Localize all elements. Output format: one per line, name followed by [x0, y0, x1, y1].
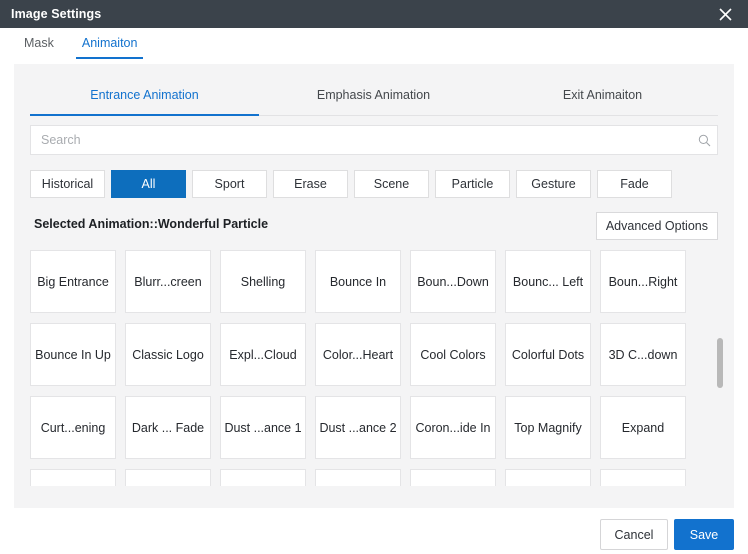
animation-tile[interactable]: 3D C...down	[600, 323, 686, 386]
filter-chip-gesture[interactable]: Gesture	[516, 170, 591, 198]
cancel-button-label: Cancel	[615, 528, 654, 542]
animation-tile[interactable]: Bounc... Left	[505, 250, 591, 313]
search-bar	[30, 125, 718, 155]
window-titlebar: Image Settings	[0, 0, 748, 28]
animation-tile[interactable]	[600, 469, 686, 486]
filter-chip-erase-label: Erase	[294, 177, 327, 191]
filter-chip-scene[interactable]: Scene	[354, 170, 429, 198]
animation-tile[interactable]: Coron...ide In	[410, 396, 496, 459]
filter-chip-historical[interactable]: Historical	[30, 170, 105, 198]
animation-tile-label: Dust ...ance 2	[319, 421, 396, 435]
animation-tile-label: Bounce In	[330, 275, 386, 289]
animation-tile[interactable]: Expand	[600, 396, 686, 459]
animation-grid-scrollbar[interactable]	[716, 250, 724, 486]
dialog-footer: Cancel Save	[0, 508, 748, 554]
advanced-options-label: Advanced Options	[606, 219, 708, 233]
animation-tile-label: Boun...Down	[417, 275, 489, 289]
animation-tile[interactable]: Dust ...ance 2	[315, 396, 401, 459]
tab-mask-label: Mask	[24, 36, 54, 50]
animation-tile[interactable]	[410, 469, 496, 486]
tab-exit-animation-label: Exit Animaiton	[563, 88, 642, 102]
close-icon[interactable]	[710, 0, 740, 28]
tab-entrance-animation[interactable]: Entrance Animation	[30, 88, 259, 115]
animation-tile[interactable]: Color...Heart	[315, 323, 401, 386]
filter-chip-historical-label: Historical	[42, 177, 93, 191]
search-icon[interactable]	[691, 126, 717, 154]
animation-tile[interactable]	[220, 469, 306, 486]
animation-tile-label: Bounc... Left	[513, 275, 583, 289]
animation-type-tabs: Entrance Animation Emphasis Animation Ex…	[30, 88, 718, 116]
scrollbar-thumb[interactable]	[717, 338, 723, 388]
animation-tile-label: Cool Colors	[420, 348, 485, 362]
animation-grid: Big Entrance Blurr...creen Shelling Boun…	[30, 250, 718, 486]
category-filter-chips: Historical All Sport Erase Scene Particl…	[30, 170, 672, 198]
animation-tile[interactable]: Dark ... Fade	[125, 396, 211, 459]
animation-panel: Entrance Animation Emphasis Animation Ex…	[14, 64, 734, 508]
animation-tile[interactable]: Bounce In	[315, 250, 401, 313]
animation-tile-label: Big Entrance	[37, 275, 109, 289]
filter-chip-erase[interactable]: Erase	[273, 170, 348, 198]
filter-chip-sport[interactable]: Sport	[192, 170, 267, 198]
search-input[interactable]	[31, 133, 691, 147]
animation-tile[interactable]: Colorful Dots	[505, 323, 591, 386]
settings-tab-bar: Mask Animaiton	[0, 28, 748, 64]
animation-tile-label: Coron...ide In	[415, 421, 490, 435]
animation-grid-scroll[interactable]: Big Entrance Blurr...creen Shelling Boun…	[30, 250, 718, 486]
animation-tile[interactable]: Classic Logo	[125, 323, 211, 386]
animation-tile-label: Color...Heart	[323, 348, 393, 362]
animation-tile[interactable]: Expl...Cloud	[220, 323, 306, 386]
animation-tile-label: Top Magnify	[514, 421, 581, 435]
animation-tile[interactable]: Shelling	[220, 250, 306, 313]
animation-tile[interactable]	[315, 469, 401, 486]
window-title: Image Settings	[11, 7, 101, 21]
filter-chip-all-label: All	[142, 177, 156, 191]
animation-tile-label: Curt...ening	[41, 421, 106, 435]
animation-tile-label: Boun...Right	[609, 275, 678, 289]
animation-tile-label: Expand	[622, 421, 664, 435]
filter-chip-sport-label: Sport	[215, 177, 245, 191]
animation-tile[interactable]: Dust ...ance 1	[220, 396, 306, 459]
animation-tile[interactable]: Bounce In Up	[30, 323, 116, 386]
tab-entrance-animation-label: Entrance Animation	[90, 88, 198, 102]
filter-chip-fade-label: Fade	[620, 177, 649, 191]
tab-exit-animation[interactable]: Exit Animaiton	[488, 88, 717, 115]
filter-chip-particle-label: Particle	[452, 177, 494, 191]
save-button[interactable]: Save	[674, 519, 734, 550]
animation-tile[interactable]: Curt...ening	[30, 396, 116, 459]
tab-emphasis-animation[interactable]: Emphasis Animation	[259, 88, 488, 115]
animation-tile[interactable]: Boun...Down	[410, 250, 496, 313]
animation-tile-label: Blurr...creen	[134, 275, 201, 289]
selected-animation-row: Selected Animation::Wonderful Particle A…	[30, 212, 718, 240]
animation-tile-label: Dust ...ance 1	[224, 421, 301, 435]
filter-chip-fade[interactable]: Fade	[597, 170, 672, 198]
animation-tile[interactable]: Big Entrance	[30, 250, 116, 313]
cancel-button[interactable]: Cancel	[600, 519, 668, 550]
animation-tile[interactable]	[505, 469, 591, 486]
animation-tile[interactable]: Cool Colors	[410, 323, 496, 386]
tab-animaiton[interactable]: Animaiton	[76, 28, 144, 59]
filter-chip-particle[interactable]: Particle	[435, 170, 510, 198]
animation-tile-label: 3D C...down	[609, 348, 678, 362]
animation-tile[interactable]: Blurr...creen	[125, 250, 211, 313]
animation-tile-label: Dark ... Fade	[132, 421, 204, 435]
animation-tile[interactable]	[125, 469, 211, 486]
tab-animaiton-label: Animaiton	[82, 36, 138, 50]
animation-tile-label: Bounce In Up	[35, 348, 111, 362]
animation-tile-label: Expl...Cloud	[229, 348, 296, 362]
animation-tile-label: Shelling	[241, 275, 285, 289]
animation-tile[interactable]	[30, 469, 116, 486]
animation-tile[interactable]: Top Magnify	[505, 396, 591, 459]
filter-chip-gesture-label: Gesture	[531, 177, 575, 191]
filter-chip-all[interactable]: All	[111, 170, 186, 198]
tab-mask[interactable]: Mask	[18, 28, 60, 59]
tab-emphasis-animation-label: Emphasis Animation	[317, 88, 430, 102]
filter-chip-scene-label: Scene	[374, 177, 409, 191]
save-button-label: Save	[690, 528, 719, 542]
selected-animation-label: Selected Animation::Wonderful Particle	[34, 217, 268, 231]
animation-tile[interactable]: Boun...Right	[600, 250, 686, 313]
animation-tile-label: Colorful Dots	[512, 348, 584, 362]
advanced-options-button[interactable]: Advanced Options	[596, 212, 718, 240]
animation-tile-label: Classic Logo	[132, 348, 204, 362]
